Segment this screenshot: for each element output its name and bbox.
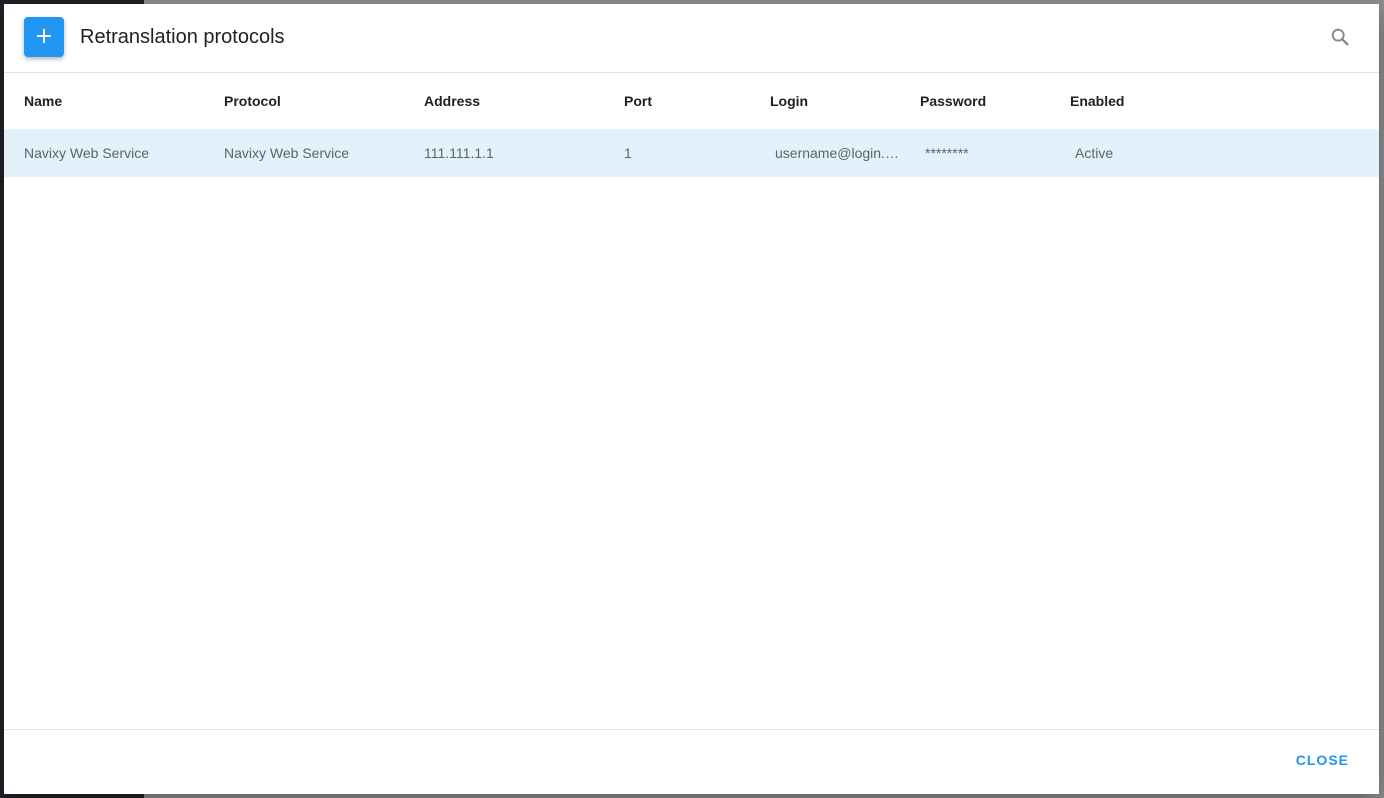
cell-name: Navixy Web Service: [24, 145, 150, 161]
dialog-footer: CLOSE: [4, 729, 1379, 794]
protocols-table: Name Protocol Address Port Login Passwor…: [4, 73, 1379, 729]
column-header-port[interactable]: Port: [624, 93, 754, 109]
column-header-name[interactable]: Name: [24, 93, 204, 109]
close-button[interactable]: CLOSE: [1296, 752, 1349, 768]
column-header-login[interactable]: Login: [770, 93, 900, 109]
cell-protocol: Navixy Web Service: [224, 145, 350, 161]
dialog-title: Retranslation protocols: [80, 26, 285, 48]
cell-address: 111.111.1.1: [424, 145, 494, 161]
column-header-protocol[interactable]: Protocol: [224, 93, 404, 109]
column-header-enabled[interactable]: Enabled: [1070, 93, 1200, 109]
cell-login: username@login.c...: [775, 145, 903, 161]
search-icon[interactable]: [1329, 26, 1351, 48]
cell-port: 1: [624, 145, 632, 161]
table-row[interactable]: Navixy Web Service Navixy Web Service 11…: [4, 129, 1379, 177]
column-header-address[interactable]: Address: [424, 93, 604, 109]
cell-password: ********: [925, 145, 969, 161]
retranslation-protocols-dialog: + Retranslation protocols Name Protocol …: [4, 4, 1379, 794]
table-header: Name Protocol Address Port Login Passwor…: [4, 73, 1379, 129]
add-protocol-button[interactable]: +: [24, 17, 64, 57]
dialog-header: + Retranslation protocols: [4, 4, 1379, 73]
cell-enabled: Active: [1075, 145, 1114, 161]
column-header-password[interactable]: Password: [920, 93, 1050, 109]
